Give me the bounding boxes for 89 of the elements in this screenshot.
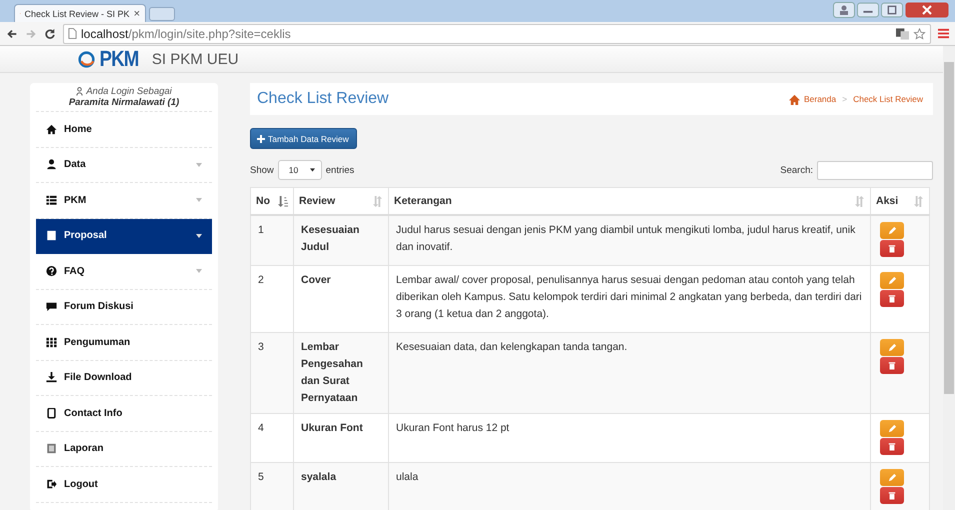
tab-close-button[interactable]: ×: [134, 8, 140, 20]
table-cell: ulala: [388, 462, 870, 510]
edit-button[interactable]: [880, 469, 904, 486]
close-icon[interactable]: [905, 2, 949, 18]
sidebar-item[interactable]: Home: [36, 112, 212, 148]
table-cell: Kesesuaian Judul: [294, 215, 388, 266]
login-label: Anda Login Sebagai: [86, 86, 172, 97]
search-field[interactable]: [817, 160, 933, 180]
table-cell: 3: [250, 332, 294, 414]
edit-button[interactable]: [880, 222, 904, 239]
browser-tab[interactable]: Check List Review - SI PK ×: [14, 4, 146, 22]
delete-button[interactable]: [880, 240, 904, 257]
entries-label: entries: [326, 164, 354, 176]
table-cell: Kesesuaian data, dan kelengkapan tanda tangan.: [388, 332, 870, 414]
edit-button[interactable]: [880, 272, 904, 289]
chat-icon: [46, 301, 57, 312]
sidebar-item[interactable]: File Download: [36, 360, 212, 396]
delete-button[interactable]: [880, 357, 904, 374]
sidebar-item[interactable]: Contact Info: [36, 396, 212, 432]
question-icon: [46, 266, 57, 277]
url-path: /pkm/login/site.php?site=ceklis: [128, 26, 291, 40]
book-icon: [46, 230, 57, 242]
logo[interactable]: PKM: [78, 46, 142, 72]
sort-icon: [854, 196, 865, 207]
add-review-button[interactable]: Tambah Data Review: [250, 128, 357, 149]
breadcrumb-separator: >: [842, 94, 848, 104]
minimize-icon[interactable]: [857, 2, 879, 18]
sort-icon: [372, 196, 383, 207]
person-icon: [46, 159, 57, 170]
trash-icon: [888, 294, 896, 303]
sidebar-item[interactable]: Laporan: [36, 432, 212, 467]
breadcrumb-link[interactable]: Check List Review: [853, 94, 923, 104]
edit-button[interactable]: [880, 420, 904, 437]
sidebar-item[interactable]: FAQ: [36, 254, 212, 290]
restore-icon[interactable]: [881, 2, 903, 18]
translate-icon[interactable]: [896, 28, 909, 40]
pencil-icon: [888, 473, 896, 482]
sidebar-item[interactable]: Data: [36, 148, 212, 183]
sidebar-item[interactable]: Forum Diskusi: [36, 290, 212, 325]
table-cell: 1: [250, 215, 294, 266]
sidebar-item[interactable]: Logout: [36, 467, 212, 502]
plus-icon: [257, 134, 265, 142]
back-icon[interactable]: [6, 28, 18, 40]
trash-icon: [888, 491, 896, 500]
swirl-icon: [78, 50, 95, 68]
edit-button[interactable]: [880, 339, 904, 356]
table-cell: 5: [250, 462, 294, 510]
list-icon: [46, 194, 57, 206]
sort-icon: [913, 196, 924, 207]
user-icon[interactable]: [833, 2, 855, 18]
reload-icon[interactable]: [44, 28, 56, 40]
page-size-select[interactable]: 10: [278, 160, 322, 180]
delete-button[interactable]: [880, 290, 904, 307]
page-title: Check List Review: [257, 90, 390, 108]
sidebar-item[interactable]: Pengumuman: [36, 325, 212, 360]
trash-icon: [888, 442, 896, 451]
logout-icon: [46, 478, 57, 490]
url-host: localhost: [81, 26, 128, 40]
sidebar-item[interactable]: Proposal: [36, 218, 212, 254]
show-label: Show: [250, 164, 274, 176]
user-name: Paramita Nirmalawati (1): [68, 97, 180, 108]
breadcrumb-link[interactable]: Beranda: [804, 94, 836, 104]
address-bar[interactable]: localhost/pkm/login/site.php?site=ceklis: [63, 24, 931, 44]
star-icon[interactable]: [913, 28, 926, 40]
home-icon: [46, 124, 57, 135]
pencil-icon: [888, 276, 896, 285]
search-label: Search:: [780, 164, 813, 176]
table-cell: Lembar Pengesahan dan Surat Pernyataan: [294, 332, 388, 414]
grid-icon: [46, 336, 57, 348]
scroll-thumb[interactable]: [944, 62, 954, 394]
caret-icon: [310, 168, 315, 172]
delete-button[interactable]: [880, 487, 904, 504]
pencil-icon: [888, 424, 896, 433]
table-cell: syalala: [294, 462, 388, 510]
table-icon: [46, 443, 57, 454]
menu-icon[interactable]: [938, 28, 949, 39]
delete-button[interactable]: [880, 438, 904, 455]
trash-icon: [888, 361, 896, 370]
pencil-icon: [888, 343, 896, 352]
trash-icon: [888, 244, 896, 253]
user-icon: [76, 87, 84, 96]
download-icon: [46, 372, 57, 384]
phone-icon: [46, 408, 57, 419]
sort-ascending-icon: [277, 196, 288, 207]
site-name[interactable]: SI PKM UEU: [152, 50, 239, 68]
tab-title: Check List Review - SI PK: [24, 8, 130, 18]
pencil-icon: [888, 226, 896, 235]
table-cell: Judul harus sesuai dengan jenis PKM yang diambil untuk mengikuti lomba, judul harus kreatif, unik dan inovatif.: [388, 215, 870, 266]
home-icon: [788, 94, 800, 104]
